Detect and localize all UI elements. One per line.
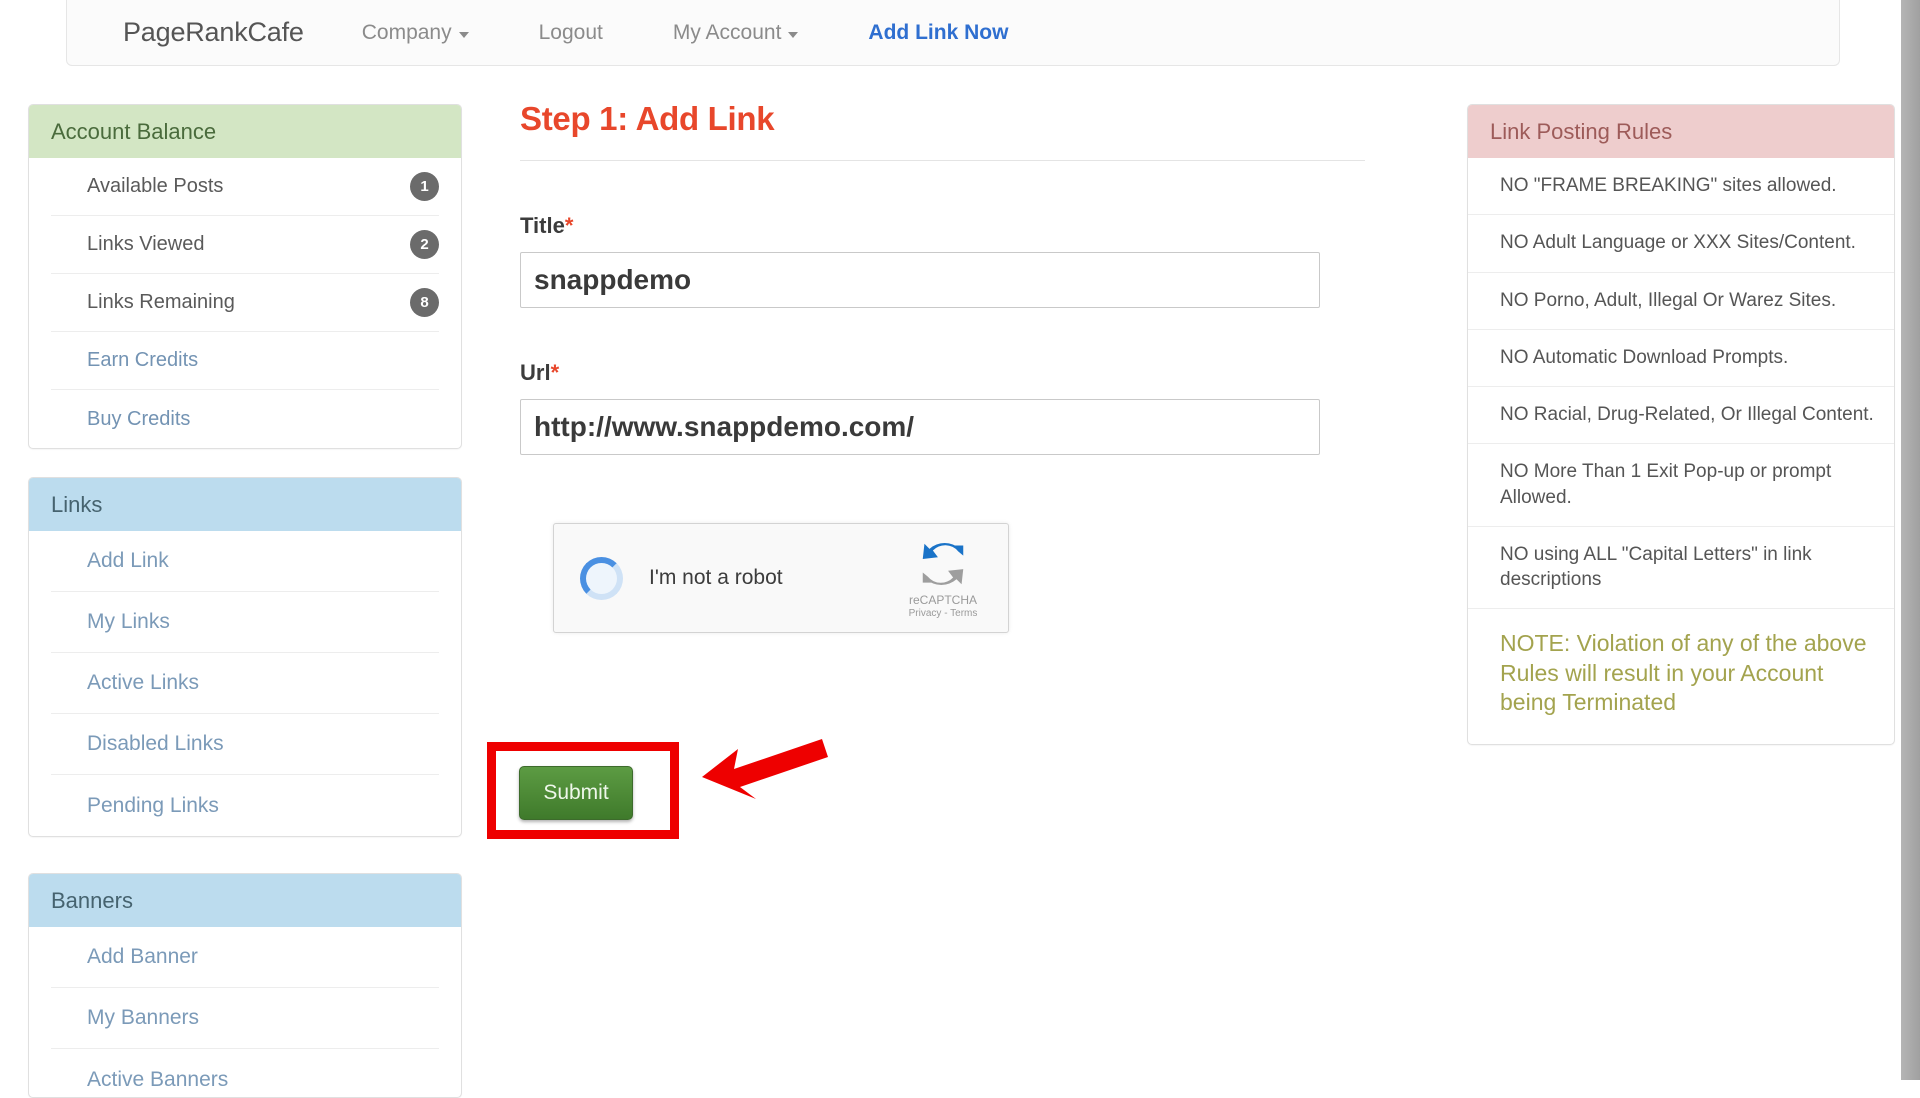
rule-item: NO using ALL "Capital Letters" in link d… bbox=[1468, 527, 1894, 610]
stat-label: Links Remaining bbox=[87, 291, 235, 313]
sidebar-item-my-banners[interactable]: My Banners bbox=[51, 988, 439, 1049]
nav-item-my-account[interactable]: My Account bbox=[673, 21, 799, 45]
nav-item-company[interactable]: Company bbox=[362, 21, 469, 45]
recaptcha-brand-name: reCAPTCHA bbox=[908, 593, 977, 607]
recaptcha-logo-icon bbox=[922, 543, 964, 585]
title-input[interactable]: snappdemo bbox=[520, 252, 1320, 308]
url-label-text: Url bbox=[520, 360, 551, 385]
title-divider bbox=[520, 160, 1365, 161]
nav-item-label: Logout bbox=[538, 20, 603, 44]
annotation-arrow-icon bbox=[702, 739, 828, 799]
rule-item: NO "FRAME BREAKING" sites allowed. bbox=[1468, 158, 1894, 216]
sidebar-item-label: Earn Credits bbox=[87, 349, 199, 371]
banners-panel-header: Banners bbox=[29, 874, 461, 927]
rules-panel-header: Link Posting Rules bbox=[1468, 105, 1894, 158]
nav-item-list: Company Logout My Account Add Link Now bbox=[362, 21, 1009, 45]
sidebar-item-label: My Banners bbox=[87, 1006, 200, 1029]
rules-note: NOTE: Violation of any of the above Rule… bbox=[1500, 630, 1867, 716]
sidebar-item-disabled-links[interactable]: Disabled Links bbox=[51, 714, 439, 775]
sidebar-item-label: Add Link bbox=[87, 549, 169, 572]
status-badge: 2 bbox=[410, 230, 439, 259]
stat-row-links-viewed: Links Viewed 2 bbox=[51, 216, 439, 274]
sidebar-item-label: Disabled Links bbox=[87, 732, 224, 755]
banners-panel: Banners Add Banner My Banners Active Ban… bbox=[28, 873, 462, 1098]
scrollbar-track[interactable] bbox=[1901, 0, 1920, 1080]
title-label-text: Title bbox=[520, 213, 565, 238]
nav-item-add-link-now[interactable]: Add Link Now bbox=[868, 21, 1008, 45]
rule-item: NO Adult Language or XXX Sites/Content. bbox=[1468, 215, 1894, 273]
nav-item-logout[interactable]: Logout bbox=[539, 21, 603, 45]
recaptcha-legal-links[interactable]: Privacy - Terms bbox=[898, 608, 988, 619]
recaptcha-branding: reCAPTCHA Privacy - Terms bbox=[898, 537, 988, 619]
sidebar-item-label: Active Links bbox=[87, 671, 200, 694]
links-panel: Links Add Link My Links Active Links Dis… bbox=[28, 477, 462, 837]
sidebar-item-active-banners[interactable]: Active Banners bbox=[51, 1049, 439, 1097]
account-balance-panel: Account Balance Available Posts 1 Links … bbox=[28, 104, 462, 449]
sidebar-item-pending-links[interactable]: Pending Links bbox=[51, 775, 439, 836]
stat-row-available-posts: Available Posts 1 bbox=[51, 158, 439, 216]
status-badge: 8 bbox=[410, 288, 439, 317]
banners-panel-title: Banners bbox=[51, 887, 133, 913]
stat-label: Links Viewed bbox=[87, 233, 205, 255]
title-field-label: Title* bbox=[520, 213, 1370, 239]
sidebar-item-label: My Links bbox=[87, 610, 170, 633]
window-scrollbar[interactable] bbox=[1901, 0, 1920, 1080]
stat-row-links-remaining: Links Remaining 8 bbox=[51, 274, 439, 332]
links-panel-body: Add Link My Links Active Links Disabled … bbox=[29, 531, 461, 836]
nav-item-label: Add Link Now bbox=[868, 20, 1009, 44]
sidebar-item-add-link[interactable]: Add Link bbox=[51, 531, 439, 592]
rule-item: NO Racial, Drug-Related, Or Illegal Cont… bbox=[1468, 387, 1894, 445]
page-title: Step 1: Add Link bbox=[520, 100, 775, 137]
sidebar-item-earn-credits[interactable]: Earn Credits bbox=[51, 332, 439, 390]
account-balance-body: Available Posts 1 Links Viewed 2 Links R… bbox=[29, 158, 461, 448]
sidebar-item-add-banner[interactable]: Add Banner bbox=[51, 927, 439, 988]
chevron-down-icon bbox=[788, 31, 799, 38]
required-marker: * bbox=[564, 213, 574, 238]
link-posting-rules-panel: Link Posting Rules NO "FRAME BREAKING" s… bbox=[1467, 104, 1895, 745]
recaptcha-widget[interactable]: I'm not a robot reCAPTCHA Privacy - Term… bbox=[553, 523, 1009, 633]
sidebar-item-buy-credits[interactable]: Buy Credits bbox=[51, 390, 439, 448]
sidebar-item-my-links[interactable]: My Links bbox=[51, 592, 439, 653]
links-panel-header: Links bbox=[29, 478, 461, 531]
chevron-down-icon bbox=[458, 31, 469, 38]
url-input[interactable]: http://www.snappdemo.com/ bbox=[520, 399, 1320, 455]
sidebar-item-label: Buy Credits bbox=[87, 407, 191, 430]
submit-button[interactable]: Submit bbox=[519, 766, 633, 820]
add-link-form: Step 1: Add Link Title* snappdemo Url* h… bbox=[520, 100, 1370, 455]
sidebar-item-active-links[interactable]: Active Links bbox=[51, 653, 439, 714]
banners-panel-body: Add Banner My Banners Active Banners bbox=[29, 927, 461, 1097]
top-navbar: PageRankCafe Company Logout My Account A… bbox=[66, 0, 1840, 66]
url-field-label: Url* bbox=[520, 360, 1370, 386]
sidebar-item-label: Add Banner bbox=[87, 945, 198, 968]
recaptcha-label: I'm not a robot bbox=[649, 566, 783, 589]
status-badge: 1 bbox=[410, 172, 439, 201]
required-marker: * bbox=[550, 360, 560, 385]
account-balance-title: Account Balance bbox=[51, 118, 217, 144]
nav-item-label: Company bbox=[361, 20, 452, 44]
rule-item: NO Automatic Download Prompts. bbox=[1468, 330, 1894, 388]
rule-item: NO More Than 1 Exit Pop-up or prompt All… bbox=[1468, 444, 1894, 527]
links-panel-title: Links bbox=[51, 491, 103, 517]
stat-label: Available Posts bbox=[87, 175, 224, 197]
account-balance-header: Account Balance bbox=[29, 105, 461, 158]
rules-panel-title: Link Posting Rules bbox=[1490, 118, 1673, 144]
sidebar-item-label: Pending Links bbox=[87, 793, 219, 817]
nav-item-label: My Account bbox=[672, 20, 782, 44]
recaptcha-checkbox-spinner-icon[interactable] bbox=[580, 556, 623, 600]
brand-logo[interactable]: PageRankCafe bbox=[123, 17, 304, 48]
rule-item: NO Porno, Adult, Illegal Or Warez Sites. bbox=[1468, 273, 1894, 330]
